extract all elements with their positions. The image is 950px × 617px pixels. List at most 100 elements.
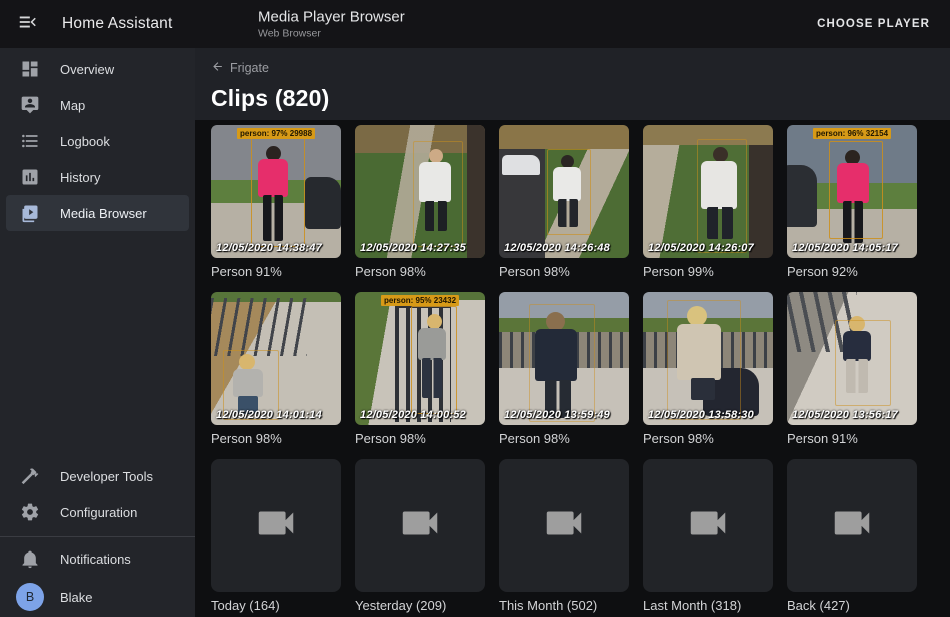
tooltip-account-icon bbox=[18, 93, 42, 117]
media-player-subtitle: Web Browser bbox=[258, 28, 405, 40]
folder-card[interactable]: Yesterday (209) bbox=[355, 459, 485, 617]
clip-card[interactable]: 12/05/2020 13:56:17 Person 91% bbox=[787, 292, 917, 459]
clip-thumbnail[interactable]: 12/05/2020 13:58:30 bbox=[643, 292, 773, 425]
folder-label: This Month (502) bbox=[499, 598, 629, 614]
clip-confidence-label: Person 98% bbox=[355, 264, 485, 280]
sidebar-item-label: Developer Tools bbox=[60, 469, 153, 484]
clip-thumbnail[interactable]: 12/05/2020 14:27:35 bbox=[355, 125, 485, 258]
sidebar-item-logbook[interactable]: Logbook bbox=[6, 123, 189, 159]
clip-card[interactable]: 12/05/2020 13:58:30 Person 98% bbox=[643, 292, 773, 459]
back-link[interactable]: Frigate bbox=[211, 60, 269, 76]
clip-thumbnail[interactable]: person: 95% 23432 12/05/2020 14:00:52 bbox=[355, 292, 485, 425]
folder-card[interactable]: Back (427) bbox=[787, 459, 917, 617]
sidebar-item-label: Logbook bbox=[60, 134, 110, 149]
clip-confidence-label: Person 91% bbox=[787, 431, 917, 447]
media-grid: person: 97% 29988 12/05/2020 14:38:47 Pe… bbox=[195, 120, 933, 617]
detection-box bbox=[829, 141, 883, 239]
sidebar-spacer bbox=[0, 231, 195, 455]
clip-confidence-label: Person 98% bbox=[355, 431, 485, 447]
main-content: Frigate Clips (820) person: 97% 29988 12… bbox=[195, 48, 950, 617]
folder-card[interactable]: Last Month (318) bbox=[643, 459, 773, 617]
clip-thumbnail[interactable]: 12/05/2020 14:01:14 bbox=[211, 292, 341, 425]
clip-timestamp: 12/05/2020 14:26:48 bbox=[504, 242, 610, 254]
sidebar-item-map[interactable]: Map bbox=[6, 87, 189, 123]
clip-confidence-label: Person 98% bbox=[643, 431, 773, 447]
clip-card[interactable]: 12/05/2020 14:27:35 Person 98% bbox=[355, 125, 485, 292]
folder-tile[interactable] bbox=[643, 459, 773, 592]
video-camera-icon bbox=[397, 500, 443, 551]
back-link-label: Frigate bbox=[230, 61, 269, 75]
folder-tile[interactable] bbox=[787, 459, 917, 592]
clip-timestamp: 12/05/2020 13:58:30 bbox=[648, 409, 754, 421]
detection-box bbox=[413, 141, 463, 247]
clip-card[interactable]: 12/05/2020 14:01:14 Person 98% bbox=[211, 292, 341, 459]
detection-box bbox=[835, 320, 891, 406]
clip-confidence-label: Person 98% bbox=[211, 431, 341, 447]
clip-card[interactable]: person: 96% 32154 12/05/2020 14:05:17 Pe… bbox=[787, 125, 917, 292]
choose-player-button[interactable]: CHOOSE PLAYER bbox=[811, 10, 936, 38]
clip-timestamp: 12/05/2020 14:38:47 bbox=[216, 242, 322, 254]
sidebar-toggle-button[interactable] bbox=[16, 12, 40, 36]
video-camera-icon bbox=[685, 500, 731, 551]
clip-timestamp: 12/05/2020 14:01:14 bbox=[216, 409, 322, 421]
clip-timestamp: 12/05/2020 14:27:35 bbox=[360, 242, 466, 254]
sidebar-item-notifications[interactable]: Notifications bbox=[6, 541, 189, 577]
back-arrow-icon bbox=[211, 60, 224, 76]
page-title: Clips (820) bbox=[211, 85, 934, 112]
sidebar-item-history[interactable]: History bbox=[6, 159, 189, 195]
sidebar-item-label: Notifications bbox=[60, 552, 131, 567]
detection-label: person: 96% 32154 bbox=[813, 128, 891, 139]
sidebar-divider bbox=[0, 536, 195, 537]
clip-confidence-label: Person 98% bbox=[499, 264, 629, 280]
clip-timestamp: 12/05/2020 14:05:17 bbox=[792, 242, 898, 254]
folder-tile[interactable] bbox=[499, 459, 629, 592]
clip-thumbnail[interactable]: 12/05/2020 14:26:48 bbox=[499, 125, 629, 258]
sidebar-item-label: Map bbox=[60, 98, 85, 113]
detection-box bbox=[529, 304, 595, 422]
clip-card[interactable]: 12/05/2020 13:59:49 Person 98% bbox=[499, 292, 629, 459]
clip-thumbnail[interactable]: person: 96% 32154 12/05/2020 14:05:17 bbox=[787, 125, 917, 258]
clip-confidence-label: Person 91% bbox=[211, 264, 341, 280]
folder-tile[interactable] bbox=[211, 459, 341, 592]
menu-icon bbox=[17, 11, 39, 38]
clip-thumbnail[interactable]: 12/05/2020 13:56:17 bbox=[787, 292, 917, 425]
sidebar-item-configuration[interactable]: Configuration bbox=[6, 494, 189, 530]
clip-card[interactable]: 12/05/2020 14:26:07 Person 99% bbox=[643, 125, 773, 292]
detection-box bbox=[251, 137, 305, 247]
sidebar-item-user[interactable]: B Blake bbox=[6, 577, 189, 617]
sidebar-item-developer-tools[interactable]: Developer Tools bbox=[6, 458, 189, 494]
clip-thumbnail[interactable]: 12/05/2020 13:59:49 bbox=[499, 292, 629, 425]
clip-thumbnail[interactable]: person: 97% 29988 12/05/2020 14:38:47 bbox=[211, 125, 341, 258]
scene-object bbox=[305, 177, 341, 229]
video-camera-icon bbox=[253, 500, 299, 551]
folder-label: Back (427) bbox=[787, 598, 917, 614]
clip-thumbnail[interactable]: 12/05/2020 14:26:07 bbox=[643, 125, 773, 258]
clip-card[interactable]: 12/05/2020 14:26:48 Person 98% bbox=[499, 125, 629, 292]
folder-card[interactable]: Today (164) bbox=[211, 459, 341, 617]
clip-timestamp: 12/05/2020 14:00:52 bbox=[360, 409, 466, 421]
clip-card[interactable]: person: 97% 29988 12/05/2020 14:38:47 Pe… bbox=[211, 125, 341, 292]
sidebar-item-label: History bbox=[60, 170, 100, 185]
sidebar-item-overview[interactable]: Overview bbox=[6, 51, 189, 87]
sidebar-item-media-browser[interactable]: Media Browser bbox=[6, 195, 189, 231]
detection-label: person: 95% 23432 bbox=[381, 295, 459, 306]
user-name: Blake bbox=[60, 590, 93, 605]
top-app-bar: Home Assistant Media Player Browser Web … bbox=[0, 0, 950, 48]
clip-card[interactable]: person: 95% 23432 12/05/2020 14:00:52 Pe… bbox=[355, 292, 485, 459]
bell-icon bbox=[18, 547, 42, 571]
folder-tile[interactable] bbox=[355, 459, 485, 592]
detection-box bbox=[697, 139, 747, 253]
detection-box bbox=[411, 306, 457, 414]
clip-timestamp: 12/05/2020 13:56:17 bbox=[792, 409, 898, 421]
sidebar: Overview Map Logbook History Media Brows… bbox=[0, 48, 195, 617]
app-title: Home Assistant bbox=[62, 15, 172, 33]
detection-label: person: 97% 29988 bbox=[237, 128, 315, 139]
sidebar-nav: Overview Map Logbook History Media Brows… bbox=[0, 48, 195, 231]
video-camera-icon bbox=[541, 500, 587, 551]
sidebar-item-label: Configuration bbox=[60, 505, 137, 520]
sidebar-item-label: Media Browser bbox=[60, 206, 147, 221]
scene-object bbox=[787, 165, 817, 227]
folder-card[interactable]: This Month (502) bbox=[499, 459, 629, 617]
sidebar-footer-nav: Developer Tools Configuration bbox=[0, 455, 195, 530]
play-box-multiple-icon bbox=[18, 201, 42, 225]
